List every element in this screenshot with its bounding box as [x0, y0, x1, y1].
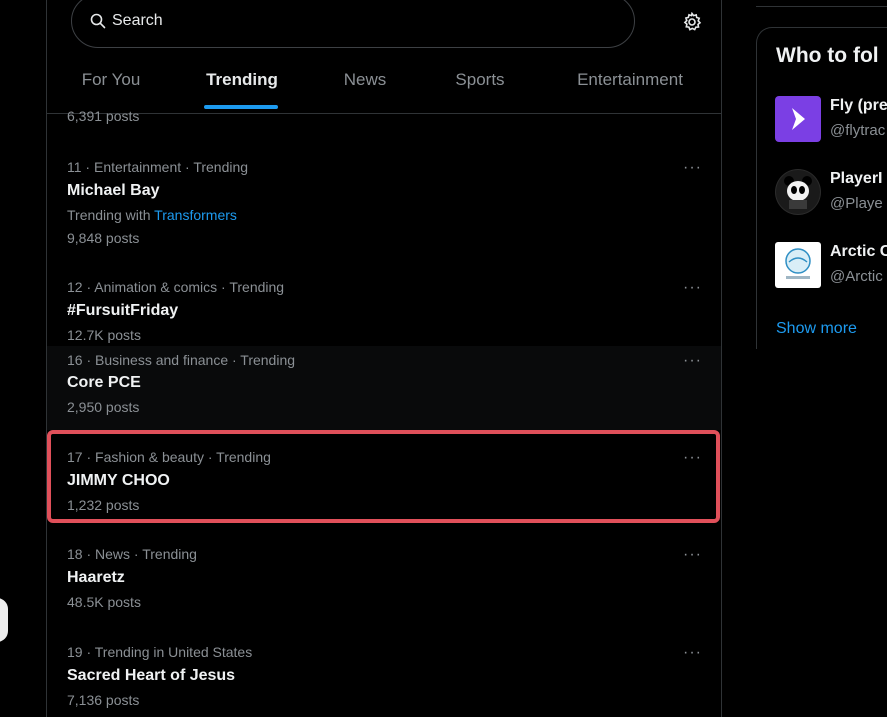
avatar[interactable]	[775, 242, 821, 288]
more-options-icon[interactable]: ···	[683, 279, 702, 297]
trend-post-count: 12.7K posts	[67, 327, 141, 343]
trend-meta: 17 · Fashion & beauty · Trending	[67, 449, 271, 465]
trend-item-highlighted[interactable]: 17 · Fashion & beauty · Trending ··· JIM…	[47, 440, 721, 524]
trend-post-count: 2,950 posts	[67, 399, 140, 415]
trend-post-count: 7,136 posts	[67, 692, 140, 708]
trend-meta: 18 · News · Trending	[67, 546, 197, 562]
active-tab-indicator	[204, 105, 278, 109]
trend-meta: 19 · Trending in United States	[67, 644, 253, 660]
trend-post-count: 1,232 posts	[67, 497, 140, 513]
trending-with-link[interactable]: Transformers	[154, 207, 237, 223]
trend-meta: 16 · Business and finance · Trending	[67, 352, 296, 368]
more-options-icon[interactable]: ···	[683, 546, 702, 564]
trend-name: Core PCE	[67, 374, 141, 391]
show-more-link[interactable]: Show more	[776, 320, 857, 338]
search-input[interactable]	[112, 12, 592, 30]
page: For You Trending News Sports Entertainme…	[0, 0, 887, 717]
divider	[756, 6, 887, 7]
right-sidebar: Who to fol Fly (pre @flytrac PlayerI @Pl…	[756, 0, 887, 717]
settings-button[interactable]	[681, 11, 703, 33]
trend-item[interactable]: 12 · Animation & comics · Trending ··· #…	[47, 270, 721, 350]
account-name: Arctic C	[830, 243, 887, 260]
trend-name: Haaretz	[67, 569, 125, 586]
trend-meta: 11 · Entertainment · Trending	[67, 159, 249, 175]
follow-suggestion[interactable]: Arctic C @Arctic	[775, 242, 887, 292]
trend-item[interactable]: 18 · News · Trending ··· Haaretz 48.5K p…	[47, 537, 721, 627]
explore-column: For You Trending News Sports Entertainme…	[46, 0, 722, 717]
trend-name: #FursuitFriday	[67, 302, 179, 319]
gear-icon	[683, 12, 702, 31]
trend-item[interactable]: 11 · Entertainment · Trending ··· Michae…	[47, 150, 721, 260]
trending-with-label: Trending with	[67, 207, 151, 223]
trend-post-count: 48.5K posts	[67, 594, 141, 610]
edge-circle-button[interactable]	[0, 598, 8, 642]
search-icon	[90, 13, 106, 29]
account-handle: @Arctic	[830, 268, 883, 285]
avatar[interactable]	[775, 96, 821, 142]
trend-item[interactable]: 16 · Business and finance · Trending ···…	[47, 346, 721, 430]
arrow-right-icon	[792, 108, 805, 130]
tab-bar: For You Trending News Sports Entertainme…	[47, 52, 721, 114]
trend-meta: 12 · Animation & comics · Trending	[67, 279, 285, 295]
who-to-follow-panel: Who to fol Fly (pre @flytrac PlayerI @Pl…	[756, 27, 887, 349]
trend-item[interactable]: 19 · Trending in United States ··· Sacre…	[47, 635, 721, 717]
tab-news[interactable]: News	[337, 52, 393, 114]
follow-suggestion[interactable]: PlayerI @Playe	[775, 169, 887, 219]
trend-count-partial: 6,391 posts	[67, 108, 140, 124]
tab-for-you[interactable]: For You	[69, 52, 153, 114]
account-name: Fly (pre	[830, 97, 887, 114]
more-options-icon[interactable]: ···	[683, 644, 702, 662]
account-handle: @Playe	[830, 195, 883, 212]
more-options-icon[interactable]: ···	[683, 449, 702, 467]
account-handle: @flytrac	[830, 122, 886, 139]
panda-icon	[776, 170, 820, 214]
arctic-logo-icon	[785, 248, 811, 279]
trend-post-count: 9,848 posts	[67, 230, 140, 246]
trend-name: Sacred Heart of Jesus	[67, 667, 236, 684]
more-options-icon[interactable]: ···	[683, 159, 702, 177]
follow-suggestion[interactable]: Fly (pre @flytrac	[775, 96, 887, 146]
trend-name: JIMMY CHOO	[67, 472, 170, 489]
trend-context: Trending with Transformers	[67, 207, 237, 223]
more-options-icon[interactable]: ···	[683, 352, 702, 370]
avatar[interactable]	[775, 169, 821, 215]
search-bar[interactable]	[71, 0, 635, 48]
trend-name: Michael Bay	[67, 182, 160, 199]
tab-sports[interactable]: Sports	[447, 52, 513, 114]
who-to-follow-title: Who to fol	[776, 44, 879, 67]
account-name: PlayerI	[830, 170, 883, 187]
tab-entertainment[interactable]: Entertainment	[567, 52, 693, 114]
